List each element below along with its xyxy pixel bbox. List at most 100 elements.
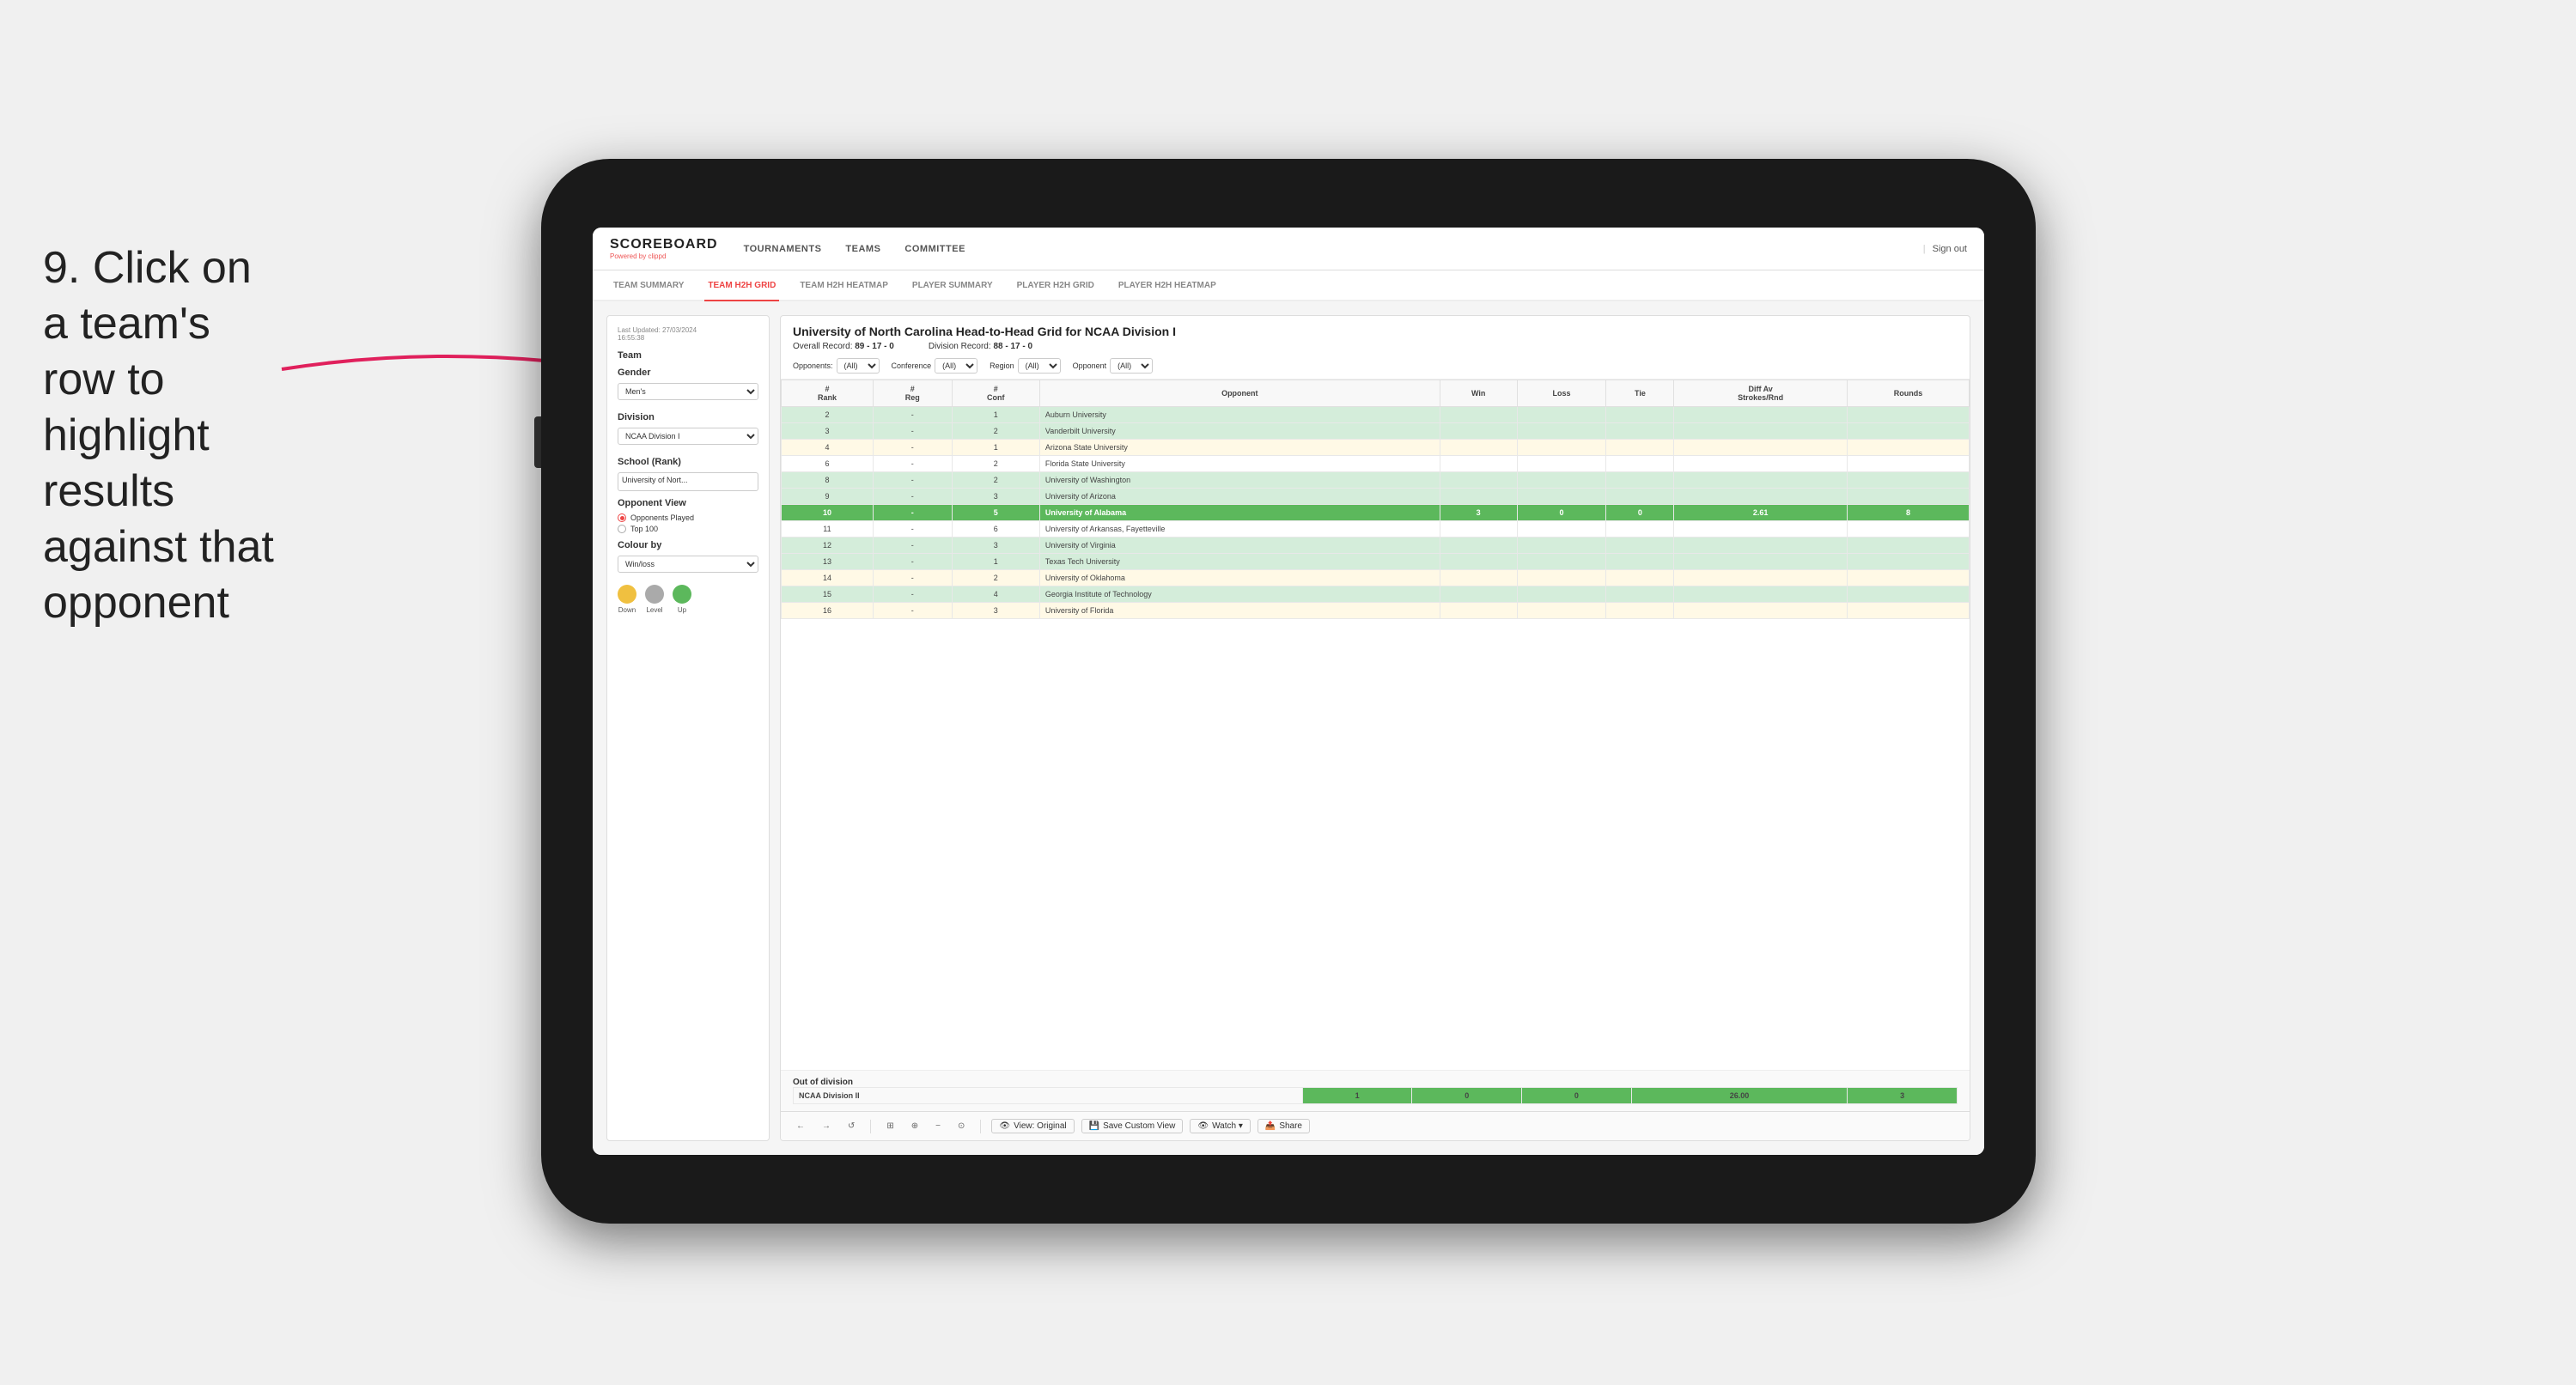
out-of-division-row[interactable]: NCAA Division II 1 0 0 26.00 3 <box>794 1088 1958 1104</box>
toolbar-add[interactable]: ⊕ <box>906 1120 923 1133</box>
division-select[interactable]: NCAA Division I <box>618 428 758 445</box>
table-row[interactable]: 8-2University of Washington <box>782 472 1970 489</box>
cell-conf: 2 <box>952 472 1039 489</box>
legend-down: Down <box>618 585 636 614</box>
toolbar-zoom-out[interactable]: − <box>930 1120 946 1133</box>
cell-rounds: 8 <box>1847 505 1969 521</box>
cell-conf: 1 <box>952 440 1039 456</box>
tablet-screen: SCOREBOARD Powered by clippd TOURNAMENTS… <box>593 228 1984 1155</box>
cell-loss <box>1517 423 1606 440</box>
gender-select[interactable]: Men's <box>618 383 758 400</box>
cell-conf: 1 <box>952 407 1039 423</box>
cell-loss <box>1517 538 1606 554</box>
cell-diff <box>1674 456 1848 472</box>
radio-top-100[interactable]: Top 100 <box>618 525 758 533</box>
cell-tie <box>1606 472 1674 489</box>
cell-rank: 3 <box>782 423 874 440</box>
table-row[interactable]: 15-4Georgia Institute of Technology <box>782 586 1970 603</box>
cell-reg: - <box>873 586 952 603</box>
tab-player-h2h-grid[interactable]: PLAYER H2H GRID <box>1014 270 1098 301</box>
colour-by-label: Colour by <box>618 540 758 550</box>
table-row[interactable]: 13-1Texas Tech University <box>782 554 1970 570</box>
last-updated: Last Updated: 27/03/2024 16:55:38 <box>618 326 758 342</box>
filter-conference-select[interactable]: (All) <box>935 358 977 374</box>
cell-opponent: University of Washington <box>1039 472 1440 489</box>
toolbar-redo[interactable]: → <box>817 1120 836 1133</box>
school-value: University of Nort... <box>618 472 758 491</box>
filter-region-select[interactable]: (All) <box>1018 358 1061 374</box>
cell-win <box>1440 570 1517 586</box>
table-row[interactable]: 16-3University of Florida <box>782 603 1970 619</box>
table-row[interactable]: 11-6University of Arkansas, Fayetteville <box>782 521 1970 538</box>
cell-rank: 14 <box>782 570 874 586</box>
cell-diff <box>1674 554 1848 570</box>
nav-committee[interactable]: COMMITTEE <box>904 244 965 254</box>
toolbar-divider-1 <box>870 1120 871 1133</box>
cell-win <box>1440 472 1517 489</box>
toolbar-share[interactable]: 📤 Share <box>1258 1119 1310 1133</box>
filter-opponents: Opponents: (All) <box>793 358 880 374</box>
cell-diff <box>1674 407 1848 423</box>
toolbar-reset[interactable]: ↺ <box>843 1120 860 1133</box>
table-row[interactable]: 2-1Auburn University <box>782 407 1970 423</box>
grid-header: University of North Carolina Head-to-Hea… <box>781 316 1970 380</box>
school-label: School (Rank) <box>618 457 758 467</box>
cell-tie <box>1606 489 1674 505</box>
cell-tie <box>1606 586 1674 603</box>
cell-win <box>1440 554 1517 570</box>
out-div-win: 1 <box>1302 1088 1412 1104</box>
tab-player-summary[interactable]: PLAYER SUMMARY <box>909 270 996 301</box>
legend-dot-level <box>645 585 664 604</box>
nav-tournaments[interactable]: TOURNAMENTS <box>744 244 822 254</box>
cell-diff <box>1674 423 1848 440</box>
col-rounds: Rounds <box>1847 380 1969 407</box>
cell-reg: - <box>873 440 952 456</box>
cell-conf: 1 <box>952 554 1039 570</box>
cell-rank: 16 <box>782 603 874 619</box>
cell-tie <box>1606 521 1674 538</box>
toolbar-watch[interactable]: 👁 Watch ▾ <box>1190 1119 1250 1133</box>
col-opponent: Opponent <box>1039 380 1440 407</box>
cell-loss <box>1517 570 1606 586</box>
out-of-division-section: Out of division NCAA Division II 1 0 0 2… <box>781 1070 1970 1111</box>
sign-out-link[interactable]: Sign out <box>1933 244 1967 254</box>
table-row[interactable]: 14-2University of Oklahoma <box>782 570 1970 586</box>
cell-diff <box>1674 521 1848 538</box>
filter-opponents-select[interactable]: (All) <box>837 358 880 374</box>
table-row[interactable]: 9-3University of Arizona <box>782 489 1970 505</box>
cell-diff: 2.61 <box>1674 505 1848 521</box>
table-row[interactable]: 6-2Florida State University <box>782 456 1970 472</box>
cell-win: 3 <box>1440 505 1517 521</box>
nav-teams[interactable]: TEAMS <box>845 244 880 254</box>
toolbar-timer[interactable]: ⊙ <box>953 1120 970 1133</box>
legend-area: Down Level Up <box>618 585 758 614</box>
cell-conf: 2 <box>952 456 1039 472</box>
cell-win <box>1440 603 1517 619</box>
colour-by-select[interactable]: Win/loss <box>618 556 758 573</box>
radio-opponents-played[interactable]: Opponents Played <box>618 513 758 522</box>
toolbar-undo[interactable]: ← <box>791 1120 810 1133</box>
cell-opponent: University of Arizona <box>1039 489 1440 505</box>
table-row[interactable]: 10-5University of Alabama3002.618 <box>782 505 1970 521</box>
filter-opponent-select[interactable]: (All) <box>1110 358 1153 374</box>
tab-player-h2h-heatmap[interactable]: PLAYER H2H HEATMAP <box>1115 270 1220 301</box>
tab-team-h2h-grid[interactable]: TEAM H2H GRID <box>704 270 779 301</box>
toolbar-grid[interactable]: ⊞ <box>881 1120 898 1133</box>
toolbar-save-custom-view[interactable]: 💾 Save Custom View <box>1081 1119 1184 1133</box>
grid-panel: University of North Carolina Head-to-Hea… <box>780 315 1970 1141</box>
tab-team-h2h-heatmap[interactable]: TEAM H2H HEATMAP <box>796 270 892 301</box>
division-label: Division <box>618 412 758 422</box>
table-row[interactable]: 3-2Vanderbilt University <box>782 423 1970 440</box>
cell-conf: 3 <box>952 538 1039 554</box>
grid-records: Overall Record: 89 - 17 - 0 Division Rec… <box>793 342 1958 351</box>
cell-reg: - <box>873 423 952 440</box>
table-row[interactable]: 12-3University of Virginia <box>782 538 1970 554</box>
cell-opponent: University of Alabama <box>1039 505 1440 521</box>
toolbar-view-original[interactable]: 👁 View: Original <box>991 1119 1074 1133</box>
cell-tie <box>1606 456 1674 472</box>
tab-team-summary[interactable]: TEAM SUMMARY <box>610 270 687 301</box>
table-row[interactable]: 4-1Arizona State University <box>782 440 1970 456</box>
grid-filters: Opponents: (All) Conference (All) <box>793 358 1958 374</box>
filter-region: Region (All) <box>990 358 1061 374</box>
cell-win <box>1440 456 1517 472</box>
